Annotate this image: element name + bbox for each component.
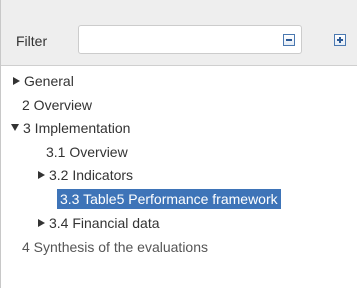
collapse-arrow-icon[interactable] (11, 124, 19, 131)
expand-arrow-icon[interactable] (13, 77, 20, 85)
expand-arrow-icon[interactable] (38, 171, 45, 179)
tree-item-indicators[interactable]: 3.2 Indicators (38, 164, 133, 186)
tree-item-overview[interactable]: 2 Overview (22, 94, 92, 116)
tree-item-label: 3.2 Indicators (49, 167, 134, 183)
tree-item-performance-framework[interactable]: 3.3 Table5 Performance framework (57, 188, 281, 210)
collapse-all-icon[interactable] (283, 34, 295, 46)
tree-item-implementation-overview[interactable]: 3.1 Overview (46, 141, 128, 163)
expand-arrow-icon[interactable] (38, 219, 45, 227)
expand-all-icon[interactable] (334, 34, 346, 46)
tree-item-label: 4 Synthesis of the evaluations (22, 239, 209, 255)
tree-item-label: General (24, 73, 74, 89)
filter-input[interactable] (78, 25, 302, 54)
plus-glyph-vertical (339, 37, 341, 43)
tree-item-synthesis[interactable]: 4 Synthesis of the evaluations (22, 236, 208, 258)
tree-item-label: 3.1 Overview (46, 144, 128, 160)
tree-item-label: 2 Overview (22, 97, 93, 113)
tree-item-label: 3.4 Financial data (49, 215, 160, 231)
tree-item-general[interactable]: General (13, 70, 74, 92)
tree-item-label: 3 Implementation (23, 120, 131, 136)
navigation-panel: Filter General 2 Overview 3 Implementati… (0, 0, 357, 288)
tree-item-financial-data[interactable]: 3.4 Financial data (38, 212, 160, 234)
tree-item-implementation[interactable]: 3 Implementation (11, 117, 130, 139)
outline-tree: General 2 Overview 3 Implementation 3.1 … (1, 66, 357, 288)
filter-label: Filter (16, 33, 48, 49)
filter-bar: Filter (1, 0, 357, 66)
tree-item-label: 3.3 Table5 Performance framework (57, 189, 281, 209)
minus-glyph (286, 39, 292, 41)
